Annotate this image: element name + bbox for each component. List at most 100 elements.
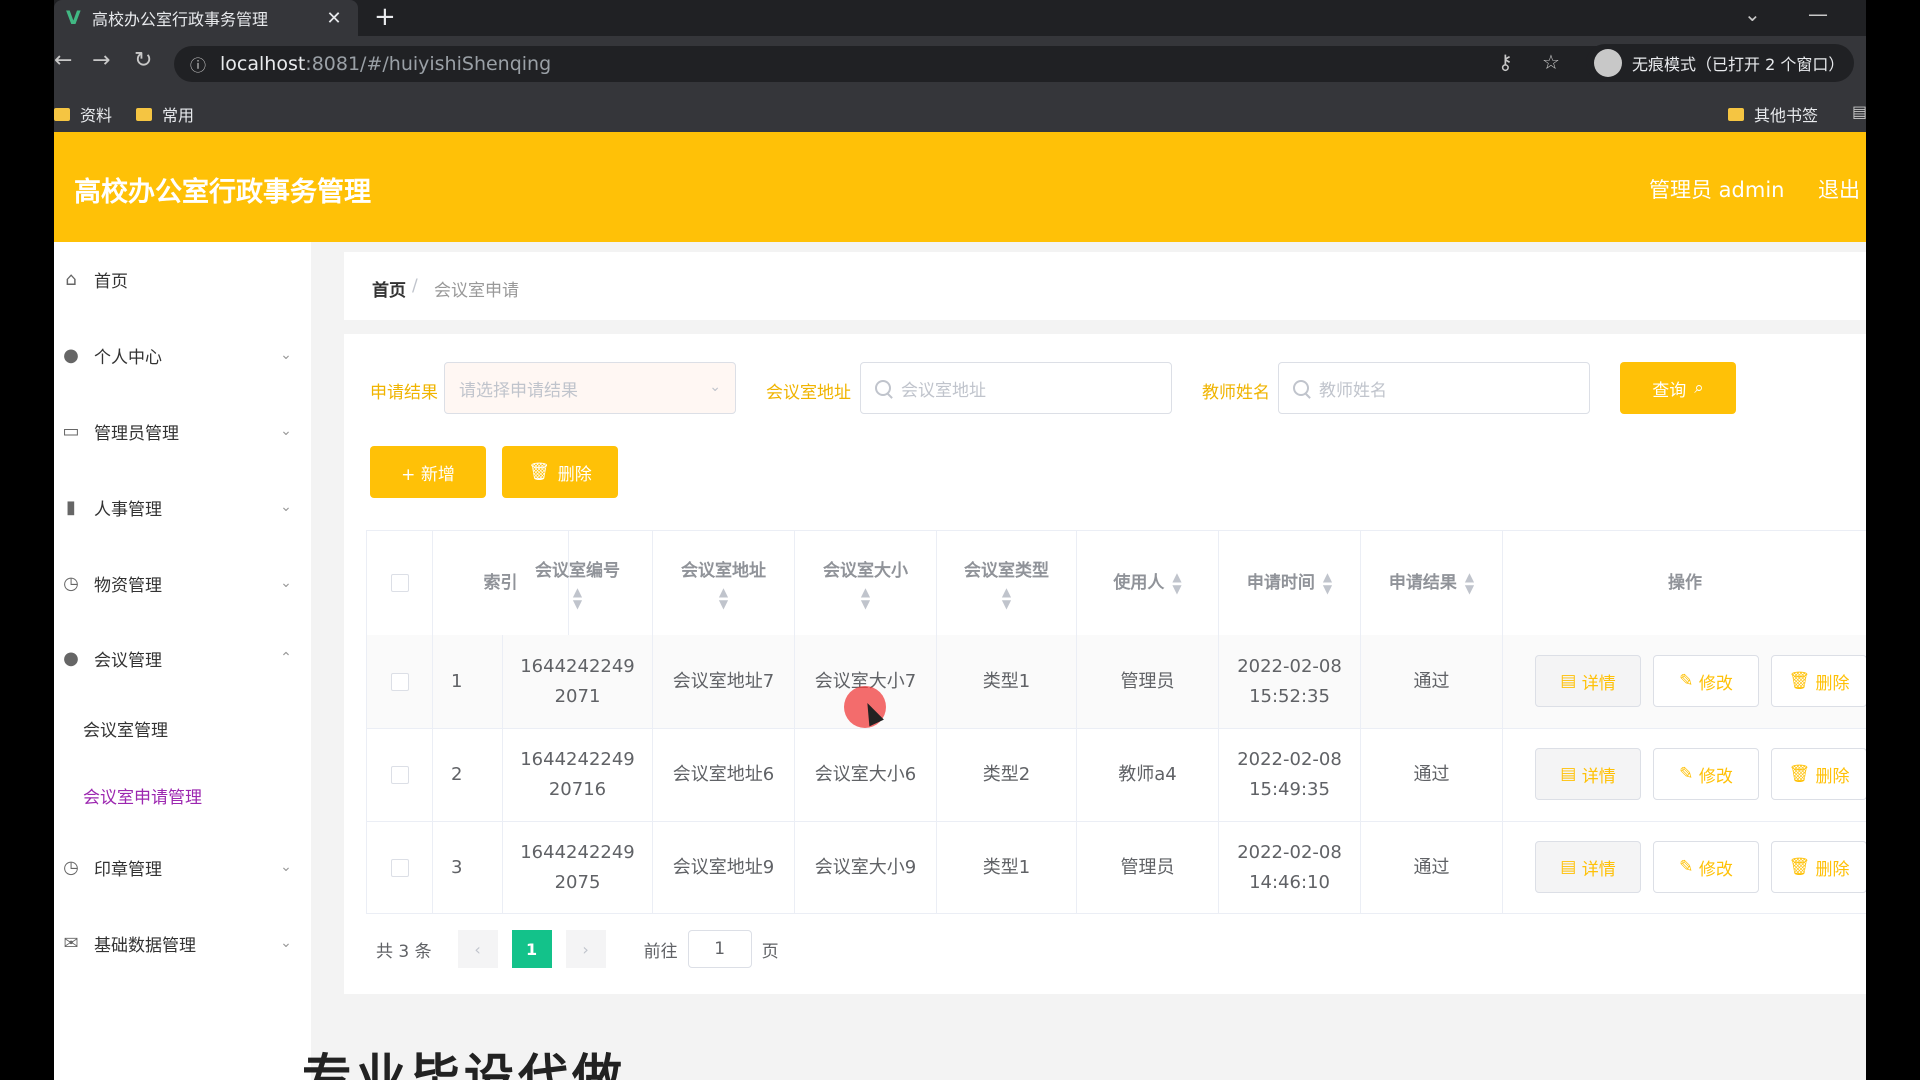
next-page-icon[interactable]: › [565,930,606,968]
trash-icon: 🗑 [1788,857,1816,877]
header-size[interactable]: 会议室大小 ▲ ▼ [795,531,937,635]
query-button[interactable]: 查询 ⌕ [1620,362,1736,414]
detail-button[interactable]: ▤ 详情 [1535,841,1641,893]
reading-list-icon[interactable]: ▤ [1852,102,1866,121]
chevron-down-icon[interactable]: ⌄ [1744,2,1761,26]
document-icon: ▤ [1560,764,1582,784]
sidebar-item-seals[interactable]: ◷ 印章管理 ⌄ [54,842,311,892]
header-result[interactable]: 申请结果 ▲ ▼ [1361,531,1503,635]
pin-icon: ● [63,647,79,669]
row-checkbox[interactable] [390,858,409,877]
sort-icon[interactable]: ▲ ▼ [861,586,870,610]
sidebar-subitem-meeting-rooms[interactable]: 会议室管理 [83,716,168,741]
edit-button[interactable]: ✎ 修改 [1653,748,1759,800]
cell-index: 2 [433,728,503,821]
sidebar-item-profile[interactable]: ● 个人中心 ⌄ [54,330,311,380]
chevron-down-icon: ⌄ [280,347,292,363]
address-input[interactable]: 会议室地址 [860,362,1172,414]
url-text: localhost:8081/#/huiyishiShenqing [220,53,552,75]
goto-label: 前往 [643,941,678,962]
cell-type: 类型1 [937,821,1077,914]
detail-button[interactable]: ▤ 详情 [1535,748,1641,800]
teacher-filter-label: 教师姓名 [1202,383,1270,403]
header-address[interactable]: 会议室地址 ▲ ▼ [653,531,795,635]
watermark-text: 专业毕设代做 [302,1049,626,1080]
compass-icon: ◷ [63,572,79,594]
sort-icon[interactable]: ▲ ▼ [1172,571,1181,595]
sort-icon[interactable]: ▲ ▼ [1323,571,1332,595]
delete-button[interactable]: 🗑 删除 [1771,748,1866,800]
goto-page-input[interactable]: 1 [687,930,752,968]
sort-icon[interactable]: ▲ ▼ [719,586,728,610]
delete-button[interactable]: 🗑 删除 [1771,655,1866,707]
trash-icon: 🗑 [1788,671,1816,691]
row-checkbox[interactable] [390,765,409,784]
select-all-checkbox[interactable] [390,574,409,592]
back-icon[interactable]: ← [54,48,72,73]
key-icon[interactable]: ⚷ [1498,50,1513,74]
cell-time: 2022-02-08 15:49:35 [1219,728,1361,821]
cell-address: 会议室地址7 [653,635,795,728]
minimize-icon[interactable]: — [1808,2,1828,26]
cell-code: 1644242249 2075 [503,821,653,914]
row-checkbox[interactable] [390,672,409,691]
sidebar-item-home[interactable]: ⌂ 首页 [54,254,311,304]
sidebar-item-meetings[interactable]: ● 会议管理 ⌃ [54,633,311,683]
other-bookmarks[interactable]: 其他书签 [1728,102,1818,126]
page-number[interactable]: 1 [511,930,552,968]
sidebar-item-supplies[interactable]: ◷ 物资管理 ⌄ [54,558,311,608]
url-field[interactable]: ⓘ localhost:8081/#/huiyishiShenqing [174,46,1634,82]
info-icon[interactable]: ⓘ [190,52,220,76]
header-type[interactable]: 会议室类型 ▲ ▼ [937,531,1077,635]
sidebar-subitem-meeting-requests[interactable]: 会议室申请管理 [83,783,202,808]
forward-icon[interactable]: → [92,48,110,73]
bookmark-folder[interactable]: 常用 [136,102,194,126]
header-actions: 操作 [1668,573,1702,593]
cell-index: 1 [433,635,503,728]
edit-button[interactable]: ✎ 修改 [1653,841,1759,893]
logout-link[interactable]: 退出 [1818,174,1860,204]
new-tab-icon[interactable]: + [374,2,396,32]
sort-icon[interactable]: ▲ ▼ [1465,571,1474,595]
cell-result: 通过 [1361,821,1503,914]
sidebar-item-admin[interactable]: ▭ 管理员管理 ⌄ [54,406,311,456]
sidebar-item-basedata[interactable]: ✉ 基础数据管理 ⌄ [54,918,311,968]
detail-button[interactable]: ▤ 详情 [1535,655,1641,707]
teacher-input[interactable]: 教师姓名 [1278,362,1590,414]
breadcrumb-current: 会议室申请 [434,281,519,301]
chevron-down-icon: ⌄ [280,935,292,951]
breadcrumb-home[interactable]: 首页 [372,276,406,301]
edit-button[interactable]: ✎ 修改 [1653,655,1759,707]
sidebar: ⌂ 首页 ● 个人中心 ⌄ ▭ 管理员管理 ⌄ ▮ 人事管理 ⌄ ◷ 物资管理 … [54,242,311,1080]
cell-address: 会议室地址9 [653,821,795,914]
close-icon[interactable]: ✕ [322,8,346,29]
cell-user: 管理员 [1077,821,1219,914]
user-icon: ● [63,344,79,366]
browser-tab[interactable]: V 高校办公室行政事务管理 ✕ [54,0,358,36]
add-button[interactable]: + 新增 [370,446,486,498]
batch-delete-button[interactable]: 🗑 删除 [502,446,618,498]
browser-addressbar: ← → ↻ ⓘ localhost:8081/#/huiyishiShenqin… [54,36,1866,92]
trash-icon: 🗑 [1788,764,1816,784]
sort-icon[interactable]: ▲ ▼ [1002,586,1011,610]
header-user[interactable]: 使用人 ▲ ▼ [1077,531,1219,635]
star-icon[interactable]: ☆ [1542,50,1560,74]
prev-page-icon[interactable]: ‹ [457,930,498,968]
cell-size: 会议室大小6 [795,728,937,821]
cell-index: 3 [433,821,503,914]
reload-icon[interactable]: ↻ [134,48,152,73]
delete-button[interactable]: 🗑 删除 [1771,841,1866,893]
header-time[interactable]: 申请时间 ▲ ▼ [1219,531,1361,635]
cell-user: 教师a4 [1077,728,1219,821]
incognito-badge[interactable]: 无痕模式（已打开 2 个窗口） [1586,44,1854,82]
bookmark-folder[interactable]: 资料 [54,102,112,126]
sort-icon[interactable]: ▲ ▼ [573,586,582,610]
vue-logo-icon: V [66,7,81,29]
cell-size: 会议室大小9 [795,821,937,914]
header-code[interactable]: 会议室编号 ▲ ▼ [503,531,653,635]
sidebar-item-hr[interactable]: ▮ 人事管理 ⌄ [54,482,311,532]
address-filter-label: 会议室地址 [766,383,851,403]
cell-result: 通过 [1361,728,1503,821]
result-select[interactable]: 请选择申请结果 ⌄ [444,362,736,414]
cell-type: 类型1 [937,635,1077,728]
